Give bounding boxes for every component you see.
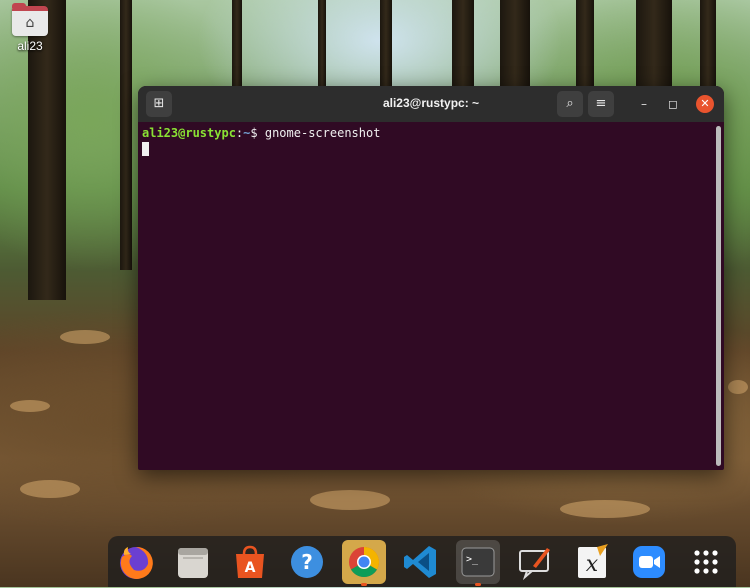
dock: A ? >_ x bbox=[108, 536, 736, 587]
wallpaper-tree-trunk bbox=[120, 0, 132, 270]
dock-item-show-apps[interactable] bbox=[684, 540, 728, 584]
home-folder-icon: ⌂ bbox=[12, 3, 48, 36]
help-glyph: ? bbox=[301, 550, 313, 574]
desktop-home-folder[interactable]: ⌂ ali23 bbox=[10, 3, 50, 53]
annotate-icon bbox=[519, 548, 550, 581]
software-center-icon: A bbox=[236, 545, 264, 578]
vscode-icon bbox=[404, 546, 436, 578]
dock-item-chrome[interactable] bbox=[342, 540, 386, 586]
dock-item-help[interactable]: ? bbox=[285, 540, 329, 584]
help-icon: ? bbox=[291, 546, 323, 578]
terminal-titlebar[interactable]: ⊞ ali23@rustypc: ~ ⌕ ≡ – ◻ ✕ bbox=[138, 86, 724, 122]
wallpaper-tree-trunk bbox=[500, 0, 530, 90]
menu-button[interactable]: ≡ bbox=[588, 91, 614, 117]
wallpaper-tree-trunk bbox=[318, 0, 326, 90]
dock-item-xournal[interactable]: x bbox=[570, 540, 614, 584]
close-button[interactable]: ✕ bbox=[696, 95, 714, 113]
running-indicator bbox=[475, 583, 481, 586]
wallpaper-ground-detail bbox=[560, 500, 650, 518]
prompt-symbol: $ bbox=[250, 126, 258, 140]
wallpaper-ground-detail bbox=[20, 480, 80, 498]
close-icon: ✕ bbox=[700, 97, 710, 110]
search-icon: ⌕ bbox=[566, 96, 574, 111]
chrome-icon bbox=[349, 547, 380, 578]
hamburger-menu-icon: ≡ bbox=[595, 96, 607, 111]
wallpaper-ground-detail bbox=[728, 380, 748, 394]
terminal-output[interactable]: ali23@rustypc:~$ gnome-screenshot bbox=[138, 122, 724, 470]
files-icon bbox=[178, 548, 208, 578]
dock-item-firefox[interactable] bbox=[114, 540, 158, 584]
wallpaper-ground-detail bbox=[60, 330, 110, 344]
dock-item-software[interactable]: A bbox=[228, 540, 272, 584]
wallpaper-ground-detail bbox=[310, 490, 390, 510]
xournal-glyph: x bbox=[586, 552, 599, 577]
dock-item-zoom[interactable] bbox=[627, 540, 671, 584]
desktop-icon-label: ali23 bbox=[17, 39, 43, 53]
wallpaper-tree-trunk bbox=[232, 0, 242, 90]
terminal-window: ⊞ ali23@rustypc: ~ ⌕ ≡ – ◻ ✕ ali23@rusty… bbox=[138, 86, 724, 470]
minimize-button[interactable]: – bbox=[635, 95, 653, 113]
wallpaper-tree-trunk bbox=[452, 0, 474, 90]
minimize-icon: – bbox=[641, 97, 647, 111]
maximize-button[interactable]: ◻ bbox=[664, 95, 682, 113]
dock-item-annotate[interactable] bbox=[513, 540, 557, 584]
command-line: ali23@rustypc:~$ gnome-screenshot bbox=[142, 126, 720, 140]
text-cursor bbox=[142, 142, 149, 156]
wallpaper-tree-trunk bbox=[380, 0, 392, 90]
dock-item-vscode[interactable] bbox=[399, 540, 443, 584]
firefox-icon bbox=[120, 546, 153, 579]
app-grid-icon bbox=[694, 550, 718, 574]
search-button[interactable]: ⌕ bbox=[557, 91, 583, 117]
running-indicator bbox=[361, 583, 367, 586]
svg-text:A: A bbox=[245, 560, 256, 576]
terminal-glyph: >_ bbox=[466, 554, 479, 565]
terminal-scrollbar[interactable] bbox=[716, 126, 721, 466]
dock-item-terminal[interactable]: >_ bbox=[456, 540, 500, 586]
wallpaper-ground-detail bbox=[10, 400, 50, 412]
home-glyph: ⌂ bbox=[25, 15, 35, 31]
command-text: gnome-screenshot bbox=[264, 126, 381, 140]
dock-item-files[interactable] bbox=[171, 540, 215, 584]
zoom-icon bbox=[633, 546, 665, 578]
xournal-icon: x bbox=[578, 544, 608, 578]
wallpaper-tree-trunk bbox=[576, 0, 594, 90]
maximize-icon: ◻ bbox=[668, 97, 678, 111]
terminal-icon: >_ bbox=[461, 547, 495, 577]
prompt-user-host: ali23@rustypc bbox=[142, 126, 236, 140]
